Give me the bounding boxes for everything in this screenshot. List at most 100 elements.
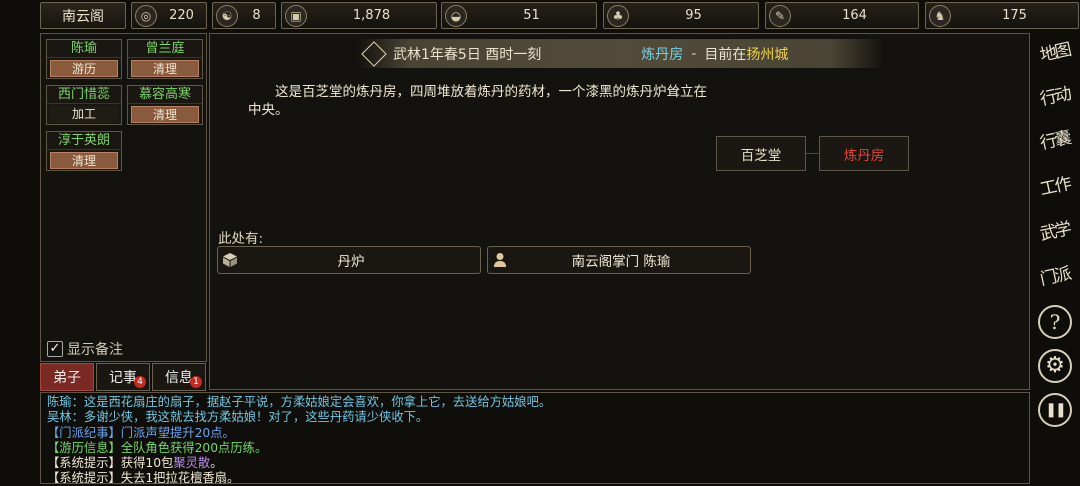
person-icon [494, 253, 506, 267]
disciple-status: 游历 [50, 60, 118, 77]
log-segment: 。 [210, 456, 223, 471]
martial-icon: 武学 [1038, 219, 1072, 245]
box-icon [223, 253, 237, 267]
room-node-baizhitang[interactable]: 百芝堂 [716, 136, 806, 171]
tab-records[interactable]: 记事 4 [96, 363, 150, 391]
disciple-card[interactable]: 淳于英朗 清理 [46, 131, 122, 171]
log-segment: 【门派纪事】 [47, 425, 121, 440]
side-menu-martial[interactable]: 武学 [1034, 213, 1076, 251]
resource-value: 175 [1002, 8, 1027, 23]
swirl-icon: ◎ [135, 4, 157, 27]
log-segment: 门派声望提升20点。 [120, 425, 235, 440]
disciple-status: 清理 [131, 106, 199, 123]
location-panel: 武林1年春5日 酉时一刻 炼丹房 - 目前在 扬州城 这是百芝堂的炼丹房，四周堆… [209, 33, 1030, 390]
notification-badge: 1 [190, 376, 202, 388]
object-label: 丹炉 [337, 254, 365, 270]
map-icon: 地图 [1038, 40, 1072, 66]
resource-value: 95 [685, 8, 702, 23]
disciple-name: 慕容高寒 [128, 86, 202, 104]
disciple-card[interactable]: 西门惜蕊 加工 [46, 85, 122, 125]
log-line: 陈瑜：这是西花扇庄的扇子，据赵子平说，方柔姑娘定会喜欢，你拿上它，去送给方姑娘吧… [47, 395, 1023, 410]
show-note-label: 显示备注 [67, 342, 123, 358]
location-header: 武林1年春5日 酉时一刻 炼丹房 - 目前在 扬州城 [357, 39, 884, 68]
message-log[interactable]: 陈瑜：这是西花扇庄的扇子，据赵子平说，方柔姑娘定会喜欢，你拿上它，去送给方姑娘吧… [40, 392, 1030, 486]
notification-badge: 4 [134, 376, 146, 388]
room-node-current[interactable]: 炼丹房 [819, 136, 909, 171]
disciple-status: 清理 [131, 60, 199, 77]
resource-bar: 南云阁 ◎ 220 ☯ 8 ▣ 1,878 ◒ 51 ♣ 95 ✎ 164 ♞ … [40, 2, 1080, 30]
help-icon: ? [1038, 305, 1072, 339]
resource-herb[interactable]: ♣ 95 [603, 2, 759, 29]
log-segment: 陈瑜：这是西花扇庄的扇子，据赵子平说，方柔姑娘定会喜欢，你拿上它，去送给方姑娘吧… [47, 395, 552, 409]
disciple-name: 曾兰庭 [128, 40, 202, 58]
room-label: 炼丹房 [843, 147, 885, 164]
resource-beast[interactable]: ♞ 175 [925, 2, 1079, 29]
room-description: 这是百芝堂的炼丹房，四周堆放着炼丹的药材，一个漆黑的炼丹炉耸立在中央。 [248, 84, 707, 118]
disciple-card[interactable]: 慕容高寒 清理 [127, 85, 203, 125]
game-time: 武林1年春5日 酉时一刻 [393, 46, 542, 63]
resource-material[interactable]: ✎ 164 [765, 2, 919, 29]
disciple-name: 西门惜蕊 [47, 86, 121, 104]
log-line: 【系统提示】获得10包聚灵散。 [47, 456, 1023, 471]
current-room-name: 炼丹房 [641, 46, 684, 63]
tab-messages[interactable]: 信息 1 [152, 363, 206, 391]
help-button[interactable]: ? [1034, 303, 1076, 341]
side-menu-sect[interactable]: 门派 [1034, 258, 1076, 296]
coin-icon: ▣ [285, 4, 307, 27]
side-menu-map[interactable]: 地图 [1034, 34, 1076, 72]
disciple-status: 加工 [50, 106, 118, 123]
resource-value: 164 [842, 8, 867, 23]
show-note-toggle[interactable]: ✓ 显示备注 [47, 339, 123, 359]
resource-money[interactable]: ▣ 1,878 [281, 2, 437, 29]
object-label: 南云阁掌门 陈瑜 [571, 254, 671, 270]
resource-yinyang[interactable]: ☯ 8 [212, 2, 276, 29]
action-icon: 行动 [1038, 84, 1072, 110]
log-line: 吴林：多谢少侠，我这就去找方柔姑娘！对了，这些丹药请少侠收下。 [47, 410, 1023, 425]
checkbox-icon[interactable]: ✓ [47, 341, 63, 357]
yin-yang-icon: ☯ [216, 4, 238, 27]
disciple-card[interactable]: 曾兰庭 清理 [127, 39, 203, 79]
side-menu-action[interactable]: 行动 [1034, 78, 1076, 116]
tab-label: 记事 [109, 370, 137, 386]
sect-icon: 门派 [1038, 264, 1072, 290]
tab-disciples[interactable]: 弟子 [40, 363, 94, 391]
settings-icon: ⚙ [1038, 349, 1072, 383]
herb-icon: ♣ [607, 4, 629, 27]
log-segment: 【系统提示】失去1把拉花檀香扇。 [47, 471, 240, 486]
resource-food[interactable]: ◒ 51 [441, 2, 597, 29]
log-line: 【门派纪事】门派声望提升20点。 [47, 426, 1023, 441]
sect-name-button[interactable]: 南云阁 [40, 2, 126, 29]
rice-bowl-icon: ◒ [445, 4, 467, 27]
disciple-card[interactable]: 陈瑜 游历 [46, 39, 122, 79]
resource-value: 51 [523, 8, 540, 23]
log-segment: 【游历信息】 [47, 440, 121, 455]
settings-button[interactable]: ⚙ [1034, 347, 1076, 385]
here-label: 此处有: [218, 231, 264, 247]
bag-icon: 行囊 [1038, 128, 1072, 154]
disciple-name: 淳于英朗 [47, 132, 121, 150]
disciple-name: 陈瑜 [47, 40, 121, 58]
resource-prestige[interactable]: ◎ 220 [131, 2, 207, 29]
current-city[interactable]: 扬州城 [746, 44, 788, 64]
left-tabs: 弟子 记事 4 信息 1 [40, 363, 207, 391]
disciple-status: 清理 [50, 152, 118, 169]
side-menu-work[interactable]: 工作 [1034, 168, 1076, 206]
location-prefix: 目前在 [704, 46, 747, 63]
beast-icon: ♞ [929, 4, 951, 27]
room-label: 百芝堂 [740, 147, 782, 164]
log-segment: 聚灵散 [173, 456, 211, 471]
resource-value: 1,878 [352, 8, 391, 23]
object-npc-chenyu[interactable]: 南云阁掌门 陈瑜 [487, 246, 751, 274]
work-icon: 工作 [1038, 174, 1072, 200]
log-line: 【游历信息】全队角色获得200点历练。 [47, 441, 1023, 456]
header-separator: - [691, 45, 697, 62]
log-line: 【系统提示】失去1把拉花檀香扇。 [47, 471, 1023, 486]
pause-icon: ❚❚ [1038, 393, 1072, 427]
pause-button[interactable]: ❚❚ [1034, 391, 1076, 429]
room-connector [806, 153, 820, 154]
side-menu-bag[interactable]: 行囊 [1034, 122, 1076, 160]
log-segment: 全队角色获得200点历练。 [120, 440, 268, 455]
disciple-panel: 陈瑜 游历 曾兰庭 清理 西门惜蕊 加工 慕容高寒 清理 淳于英朗 清理 ✓ 显… [40, 33, 207, 362]
log-segment: 【系统提示】获得10包 [47, 456, 174, 471]
object-furnace[interactable]: 丹炉 [217, 246, 481, 274]
